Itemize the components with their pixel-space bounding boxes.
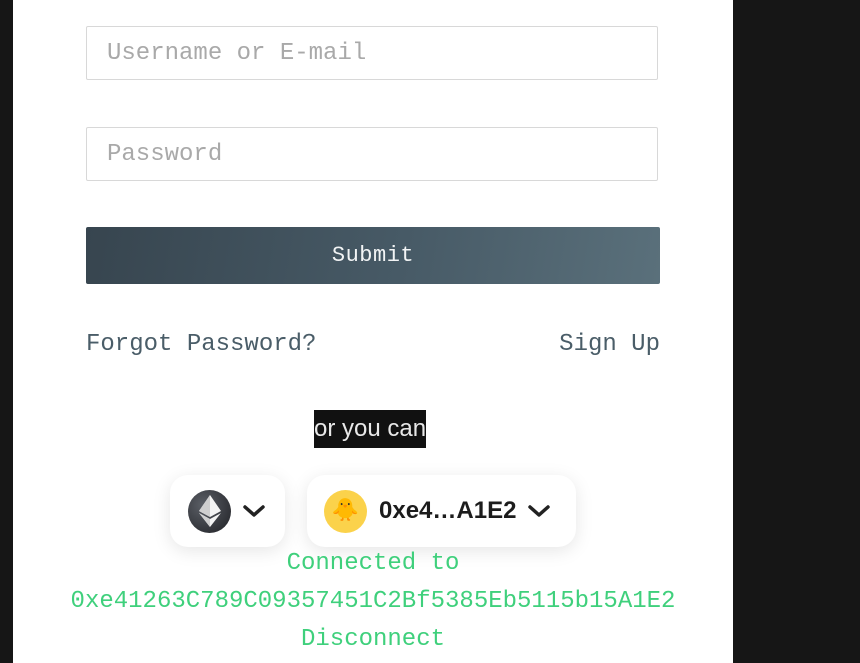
connected-address: 0xe41263C789C09357451C2Bf5385Eb5115b15A1… [70,588,676,615]
connected-to-label: Connected to [286,550,460,577]
chevron-down-icon [528,505,551,517]
chevron-down-icon [243,505,265,517]
sign-up-link[interactable]: Sign Up [559,331,660,358]
account-avatar-icon: 🐥 [324,489,367,533]
login-panel: Submit Forgot Password? Sign Up or you c… [13,0,733,663]
disconnect-button[interactable]: Disconnect [13,626,733,653]
account-selector-button[interactable]: 🐥 0xe4…A1E2 [307,475,576,547]
username-input[interactable] [86,26,658,80]
submit-button[interactable]: Submit [86,227,660,284]
ethereum-icon [188,489,231,533]
account-short-address: 0xe4…A1E2 [379,497,517,524]
network-selector-button[interactable] [170,475,285,547]
password-input[interactable] [86,127,658,181]
forgot-password-link[interactable]: Forgot Password? [86,331,316,358]
or-divider-label: or you can [314,410,427,448]
